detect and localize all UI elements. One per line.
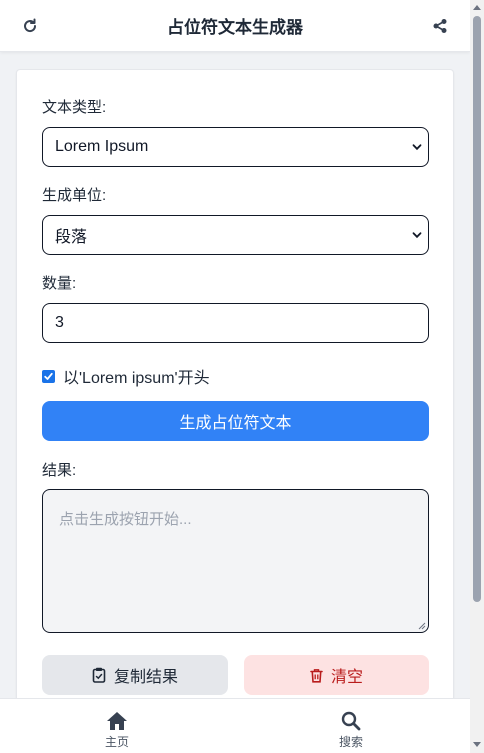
nav-home[interactable]: 主页 [87, 711, 147, 750]
unit-select[interactable]: 段落 [42, 215, 429, 255]
check-icon [44, 372, 53, 380]
share-icon[interactable] [428, 14, 452, 38]
nav-search[interactable]: 搜索 [321, 711, 381, 750]
action-buttons: 复制结果 清空 [42, 655, 429, 695]
copy-result-label: 复制结果 [113, 669, 178, 686]
count-value: 3 [55, 314, 64, 331]
unit-value: 段落 [55, 229, 88, 246]
search-icon [341, 711, 361, 731]
start-with-lorem-option[interactable]: 以'Lorem ipsum'开头 [42, 364, 210, 388]
text-type-label: 文本类型: [42, 99, 107, 116]
generate-button-label: 生成占位符文本 [179, 415, 292, 432]
text-type-value: Lorem Ipsum [55, 138, 149, 155]
copy-result-button[interactable]: 复制结果 [42, 655, 228, 695]
trash-icon [310, 668, 323, 683]
text-type-select[interactable]: Lorem Ipsum [42, 127, 429, 167]
clipboard-icon [92, 667, 106, 683]
generate-button[interactable]: 生成占位符文本 [42, 401, 429, 441]
start-with-lorem-checkbox[interactable] [42, 369, 55, 383]
page-title: 占位符文本生成器 [167, 18, 303, 37]
scroll-up-icon[interactable] [473, 5, 481, 10]
scrollbar[interactable] [470, 0, 484, 753]
chevron-down-icon [412, 144, 422, 151]
start-with-lorem-label: 以'Lorem ipsum'开头 [63, 370, 210, 387]
unit-label: 生成单位: [42, 187, 107, 204]
nav-home-label: 主页 [104, 735, 129, 749]
result-textarea[interactable]: 点击生成按钮开始... [42, 489, 429, 633]
chevron-down-icon [412, 232, 422, 239]
count-label: 数量: [42, 275, 77, 292]
clear-button[interactable]: 清空 [244, 655, 429, 695]
refresh-icon[interactable] [18, 14, 42, 38]
count-input[interactable]: 3 [42, 303, 429, 343]
app-header: 占位符文本生成器 [0, 0, 470, 52]
home-icon [107, 712, 127, 730]
clear-button-label: 清空 [330, 669, 363, 686]
resize-handle-icon[interactable] [418, 622, 426, 630]
scroll-down-icon[interactable] [473, 742, 481, 747]
result-label: 结果: [42, 462, 77, 479]
nav-search-label: 搜索 [338, 735, 363, 749]
scrollbar-thumb[interactable] [473, 16, 481, 602]
result-placeholder: 点击生成按钮开始... [59, 511, 192, 528]
bottom-nav: 主页 搜索 [0, 698, 470, 753]
generator-card: 文本类型: Lorem Ipsum 生成单位: 段落 数量: 3 以'Lorem… [16, 69, 454, 709]
